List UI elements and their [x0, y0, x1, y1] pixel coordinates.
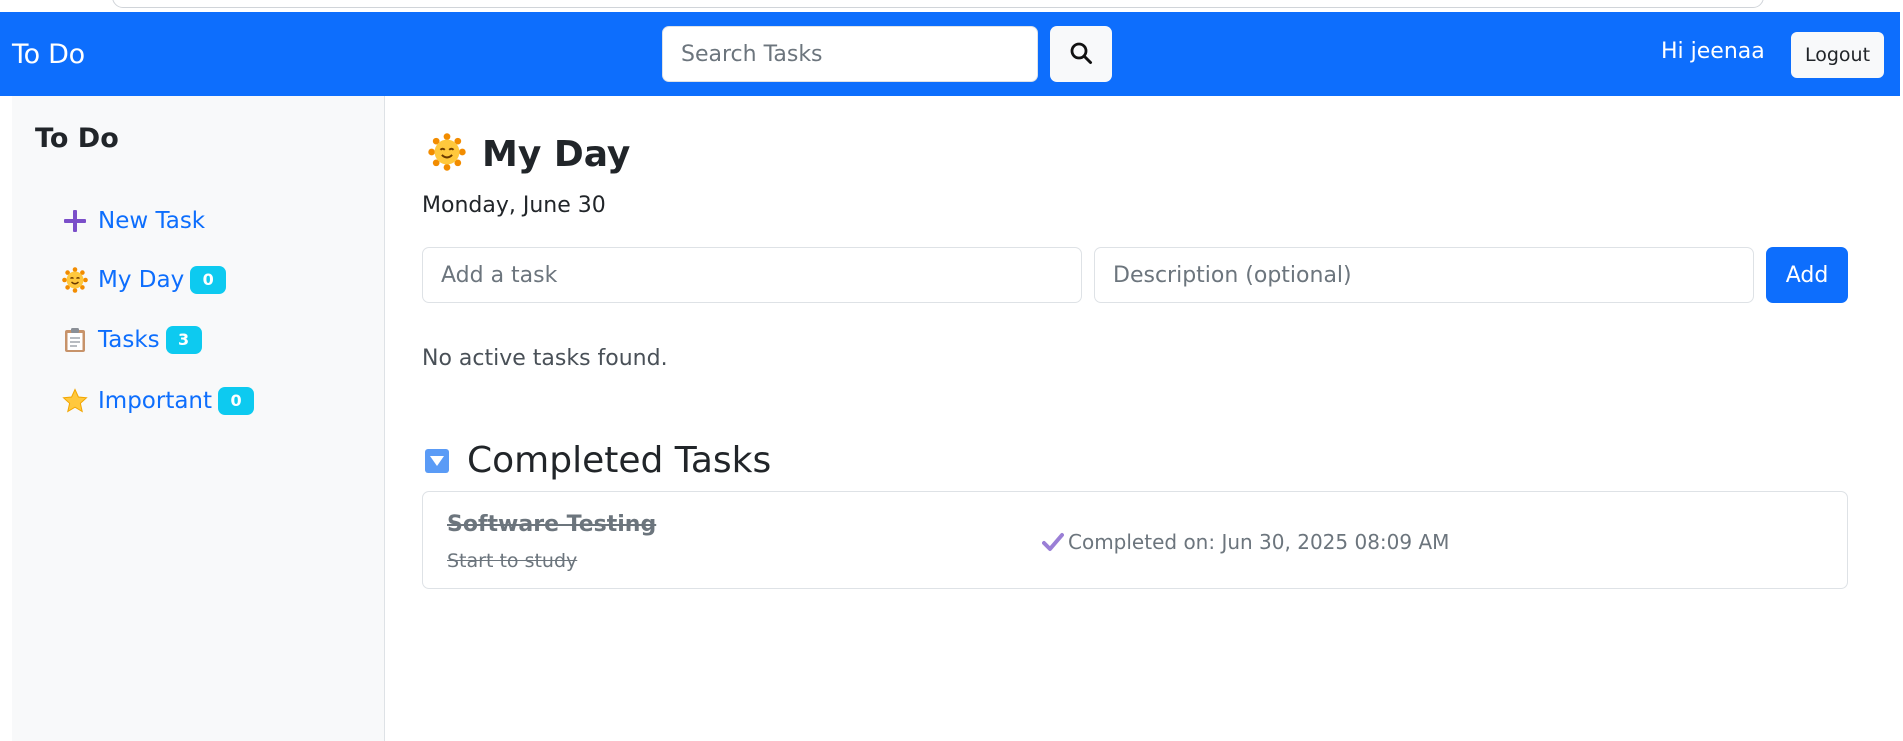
sidebar-item-tasks[interactable]: Tasks 3 — [62, 326, 202, 354]
plus-icon — [62, 208, 88, 234]
logout-button[interactable]: Logout — [1791, 32, 1884, 78]
sidebar-item-label: New Task — [98, 208, 206, 234]
count-badge: 3 — [165, 326, 202, 354]
completed-tasks-heading: Completed Tasks — [467, 440, 772, 481]
empty-tasks-message: No active tasks found. — [422, 346, 668, 371]
completed-task-title: Software Testing — [447, 512, 657, 537]
navbar: To Do Hi jeenaa Logout — [0, 12, 1900, 96]
page-title-text: My Day — [482, 133, 631, 175]
sidebar-title: To Do — [35, 123, 119, 154]
sidebar-item-label: Important — [98, 388, 213, 414]
add-task-input[interactable] — [422, 247, 1082, 303]
count-badge: 0 — [218, 387, 255, 415]
sidebar-item-label: My Day — [98, 267, 185, 293]
page-title: My Day — [428, 133, 630, 175]
description-input[interactable] — [1094, 247, 1754, 303]
count-badge: 0 — [190, 266, 227, 294]
triangle-down-icon — [425, 448, 449, 473]
search-icon — [1069, 41, 1093, 68]
clipboard-icon — [62, 327, 88, 353]
smiling-sun-icon — [428, 133, 466, 175]
completed-task-description: Start to study — [447, 550, 578, 572]
completed-tasks-toggle[interactable]: Completed Tasks — [425, 440, 771, 481]
sidebar-item-new-task[interactable]: New Task — [62, 208, 205, 234]
current-date: Monday, June 30 — [422, 193, 606, 218]
brand-logo[interactable]: To Do — [12, 39, 85, 70]
add-task-button[interactable]: Add — [1766, 247, 1848, 303]
search-input[interactable] — [662, 26, 1038, 82]
completed-timestamp: Completed on: Jun 30, 2025 08:09 AM — [1042, 530, 1449, 554]
user-greeting: Hi jeenaa — [1661, 39, 1765, 64]
search-button[interactable] — [1050, 26, 1112, 82]
check-icon — [1042, 532, 1064, 552]
star-icon — [62, 388, 88, 414]
address-bar[interactable] — [112, 0, 1764, 8]
completed-task-card[interactable]: Software Testing Start to study Complete… — [422, 491, 1848, 589]
sidebar: To Do New Task My Day 0 Tasks 3 Importan… — [12, 96, 385, 741]
smiling-sun-icon — [62, 267, 88, 293]
sidebar-item-label: Tasks — [98, 327, 160, 353]
browser-top-strip — [0, 0, 1903, 12]
sidebar-item-important[interactable]: Important 0 — [62, 387, 255, 415]
completed-timestamp-text: Completed on: Jun 30, 2025 08:09 AM — [1068, 530, 1450, 554]
sidebar-item-my-day[interactable]: My Day 0 — [62, 266, 227, 294]
